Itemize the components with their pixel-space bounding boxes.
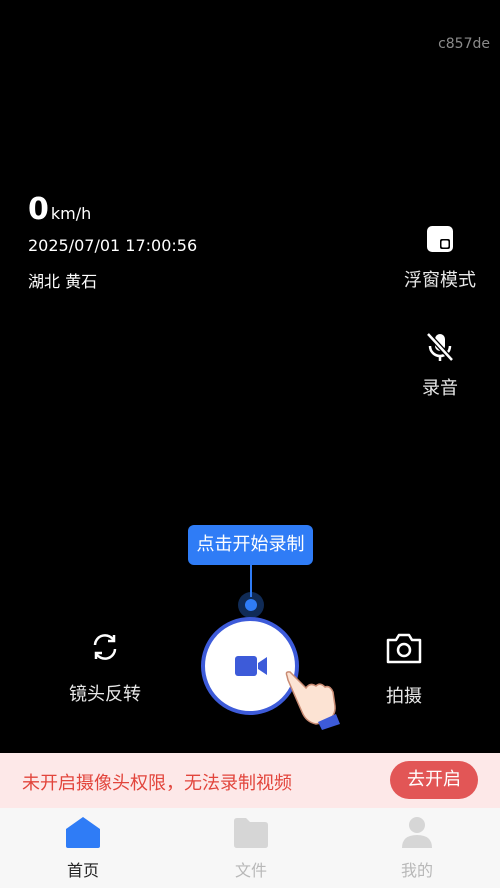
tab-home[interactable]: 首页 (43, 815, 123, 881)
camera-icon (354, 630, 454, 670)
video-camera-icon (233, 652, 269, 684)
float-window-label: 浮窗模式 (404, 270, 476, 291)
float-window-icon (423, 222, 457, 256)
permission-warning-text: 未开启摄像头权限，无法录制视频 (22, 773, 292, 794)
speed-readout: 0 km/h (28, 192, 91, 227)
tooltip-dot (245, 599, 257, 611)
flip-camera-icon (55, 630, 155, 668)
speed-unit: km/h (50, 204, 92, 223)
location: 湖北 黄石 (28, 272, 98, 291)
tab-profile[interactable]: 我的 (377, 815, 457, 881)
take-photo-label: 拍摄 (386, 686, 422, 707)
watermark: c857de (438, 36, 490, 52)
user-icon (377, 815, 457, 853)
audio-label: 录音 (422, 378, 458, 399)
datetime: 2025/07/01 17:00:56 (28, 236, 198, 255)
enable-permission-button[interactable]: 去开启 (390, 761, 478, 799)
tab-profile-label: 我的 (400, 861, 433, 880)
speed-value: 0 (28, 192, 49, 227)
mic-off-icon (423, 330, 457, 364)
pointing-hand-icon (282, 668, 342, 734)
float-window-button[interactable]: 浮窗模式 (390, 222, 490, 292)
flip-camera-button[interactable]: 镜头反转 (55, 630, 155, 706)
tab-files-label: 文件 (234, 861, 267, 880)
folder-icon (211, 815, 291, 853)
flip-camera-label: 镜头反转 (69, 684, 141, 705)
take-photo-button[interactable]: 拍摄 (354, 630, 454, 708)
tab-files[interactable]: 文件 (211, 815, 291, 881)
home-icon (43, 815, 123, 853)
record-hint-tooltip: 点击开始录制 (188, 525, 313, 565)
tab-home-label: 首页 (66, 861, 99, 880)
audio-toggle-button[interactable]: 录音 (390, 330, 490, 400)
